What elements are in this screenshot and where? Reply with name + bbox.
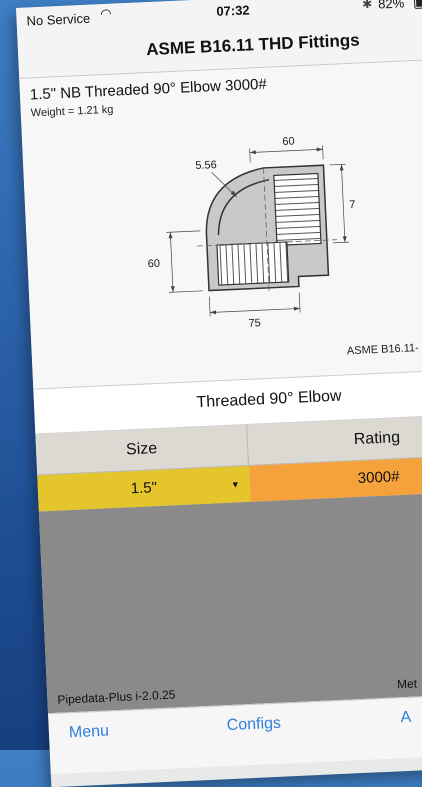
app-screen: No Service ◠ 07:32 ✱ 82% ASME B16.11 THD… [16, 0, 422, 787]
units-label[interactable]: Met [397, 677, 418, 692]
page-title: ASME B16.11 THD Fittings [145, 30, 360, 60]
wifi-icon: ◠ [100, 5, 113, 22]
standard-label: ASME B16.11- [346, 342, 420, 358]
fitting-heading: 1.5" NB Threaded 90° Elbow 3000# [29, 75, 268, 104]
battery-fill [415, 0, 422, 7]
elbow-drawing: 60 5.56 75 60 75 [147, 136, 362, 330]
fitting-weight: Weight = 1.21 kg [30, 103, 114, 120]
size-value: 1.5" [130, 479, 158, 498]
bluetooth-icon: ✱ [361, 0, 373, 12]
version-label: Pipedata-Plus i-2.0.25 [57, 687, 176, 707]
dim-bottom-label: 75 [248, 317, 261, 330]
tab-configs[interactable]: Configs [226, 715, 281, 735]
carrier-label: No Service [26, 10, 91, 29]
battery-icon [413, 0, 422, 9]
tab-menu[interactable]: Menu [69, 723, 110, 743]
dim-thickness-label: 5.56 [195, 159, 217, 172]
clock: 07:32 [216, 2, 250, 19]
dim-left-label: 60 [147, 258, 160, 271]
fitting-name: Threaded 90° Elbow [196, 387, 342, 412]
dim-right-label: 75 [349, 199, 362, 212]
fitting-drawing-panel: 1.5" NB Threaded 90° Elbow 3000# Weight … [19, 57, 422, 390]
dim-top-label: 60 [282, 136, 295, 149]
results-area: Pipedata-Plus i-2.0.25 Met [38, 490, 422, 714]
caret-down-icon: ▼ [230, 479, 241, 490]
battery-percent: 82% [377, 0, 405, 12]
rating-value: 3000# [357, 468, 400, 487]
tab-about[interactable]: A [400, 709, 411, 727]
